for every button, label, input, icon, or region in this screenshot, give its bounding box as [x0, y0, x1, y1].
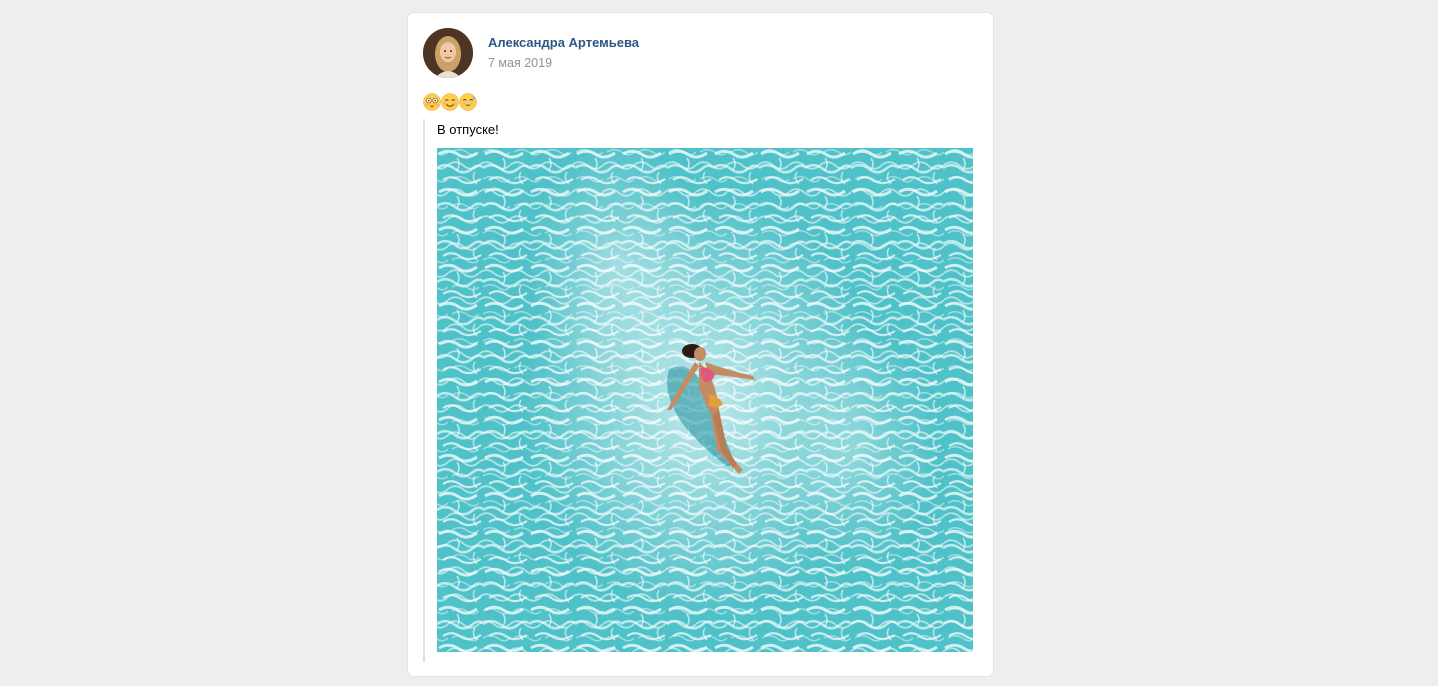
author-name-link[interactable]: Александра Артемьева	[488, 35, 639, 50]
post-date[interactable]: 7 мая 2019	[488, 56, 552, 70]
grinning-sweat-face-emoji-icon	[459, 93, 477, 111]
repost-photo[interactable]	[437, 148, 973, 652]
author-avatar[interactable]	[423, 28, 473, 78]
post-emoji-text	[423, 93, 477, 111]
user-avatar-photo-icon	[423, 28, 473, 78]
post-card: Александра Артемьева 7 мая 2019 В отпуск…	[408, 13, 993, 676]
pool-swimmer-photo	[437, 148, 973, 652]
flushed-face-emoji-icon	[423, 93, 441, 111]
smiling-face-emoji-icon	[441, 93, 459, 111]
repost-block: В отпуске!	[423, 119, 978, 662]
repost-text: В отпуске!	[437, 122, 499, 137]
